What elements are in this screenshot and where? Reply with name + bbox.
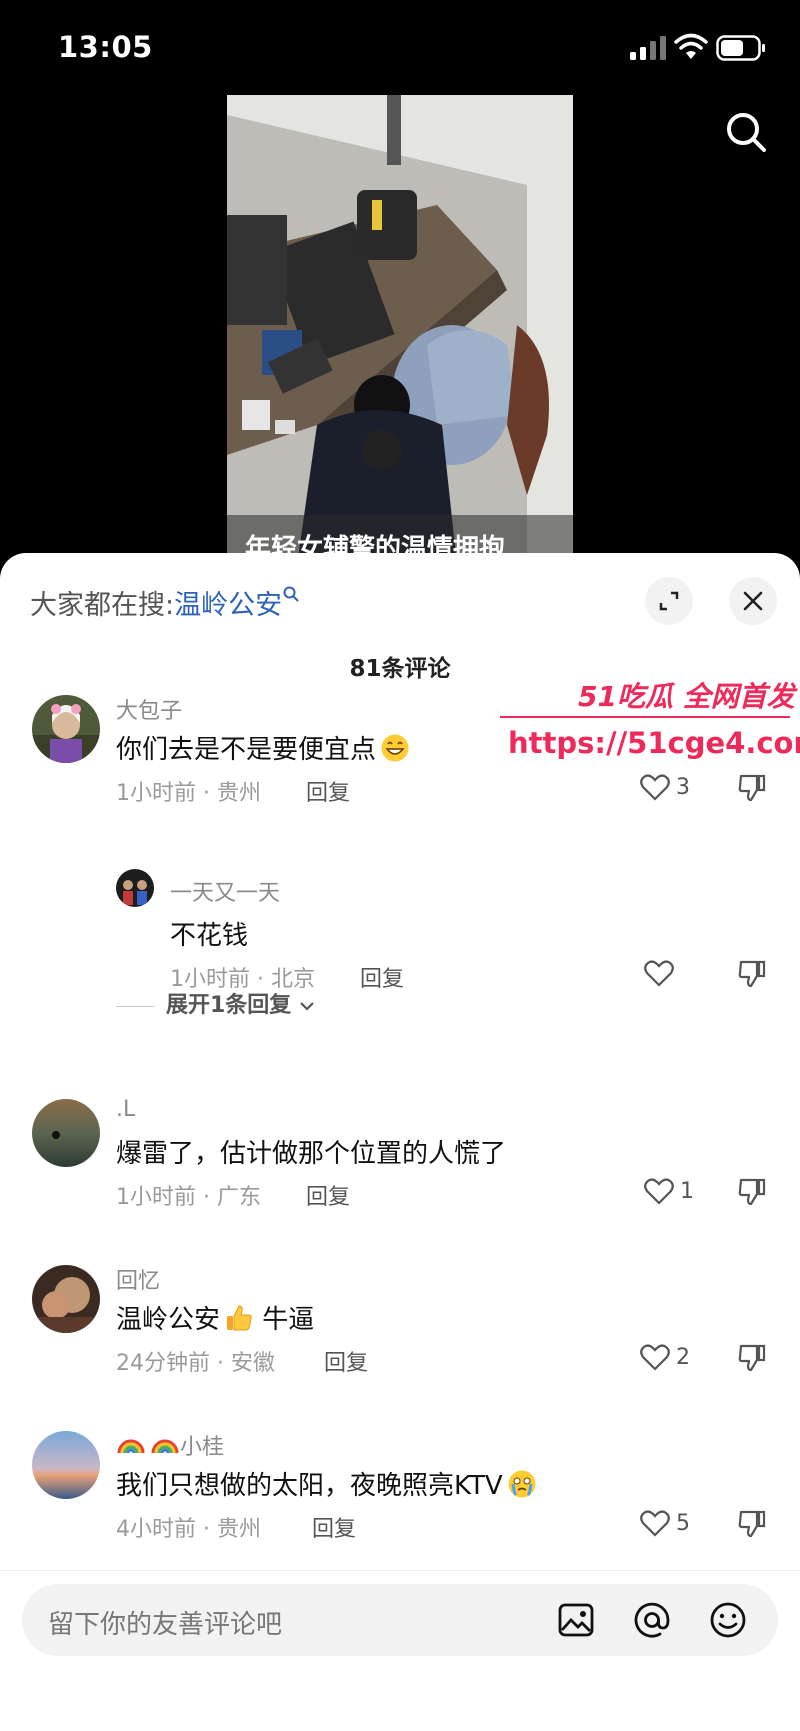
watermark-url: https://51cge4.com [508, 726, 800, 760]
reply-button[interactable]: 回复 [324, 1345, 368, 1377]
video-player[interactable]: 年轻女辅警的温情拥抱 [0, 95, 800, 565]
trending-search[interactable]: 大家都在搜:温岭公安 [30, 583, 300, 622]
heart-icon[interactable] [644, 1177, 674, 1205]
chevron-down-icon [300, 1002, 314, 1011]
status-time: 13:05 [58, 30, 153, 64]
signal-icon [630, 36, 666, 60]
expand-button[interactable] [645, 577, 693, 625]
heart-icon[interactable] [640, 1343, 670, 1371]
comment-meta: 24分钟前 · 安徽 [116, 1351, 275, 1376]
battery-icon [716, 35, 765, 61]
comment-text: 爆雷了，估计做那个位置的人慌了 [116, 1139, 507, 1169]
thumbs-down-icon[interactable] [737, 1176, 767, 1206]
reply-text: 不花钱 [170, 921, 249, 951]
comment-input-placeholder: 留下你的友善评论吧 [48, 1610, 283, 1640]
close-icon [743, 591, 763, 611]
search-icon[interactable] [722, 108, 770, 156]
rainbow-emoji [151, 1439, 179, 1454]
video-scene-image: 年轻女辅警的温情拥抱 [227, 95, 573, 565]
status-bar: 13:05 [0, 0, 800, 95]
avatar[interactable] [32, 1431, 100, 1499]
crying-emoji [508, 1470, 536, 1498]
comment-username[interactable]: 小桂 [116, 1429, 224, 1461]
watermark-title: 51吃瓜 全网首发 [578, 680, 795, 713]
watermark-divider [500, 716, 790, 718]
comment-text: 温岭公安 牛逼 [116, 1305, 315, 1335]
thumbs-down-icon[interactable] [737, 772, 767, 802]
trending-label: 大家都在搜: [30, 590, 175, 621]
comment-input[interactable]: 留下你的友善评论吧 [22, 1584, 778, 1656]
comment-meta: 1小时前 · 广东 [116, 1185, 261, 1210]
video-frame[interactable]: 年轻女辅警的温情拥抱 [227, 95, 573, 565]
reply-button[interactable]: 回复 [306, 1179, 350, 1211]
trending-term-link[interactable]: 温岭公安 [174, 590, 282, 621]
comment-username[interactable]: 回忆 [116, 1263, 160, 1295]
search-icon [283, 586, 299, 602]
expand-replies-button[interactable]: 展开1条回复 [116, 987, 315, 1019]
expand-icon [659, 591, 679, 611]
grin-emoji [381, 734, 409, 762]
wifi-icon [674, 33, 708, 59]
reply-button[interactable]: 回复 [360, 961, 404, 993]
comment-meta: 1小时前 · 贵州 [116, 781, 261, 806]
thumbs-down-icon[interactable] [737, 958, 767, 988]
avatar[interactable] [116, 869, 154, 907]
thumbs-down-icon[interactable] [737, 1342, 767, 1372]
divider [0, 1570, 800, 1571]
emoji-icon[interactable] [708, 1600, 748, 1640]
reply-button[interactable]: 回复 [312, 1511, 356, 1543]
thumbs-up-emoji [227, 1305, 252, 1331]
home-indicator-area [0, 1671, 800, 1731]
comment-username[interactable]: 大包子 [116, 693, 182, 725]
avatar[interactable] [32, 1265, 100, 1333]
comment-username[interactable]: .L [116, 1097, 135, 1122]
mention-icon[interactable] [632, 1600, 672, 1640]
comment-meta: 4小时前 · 贵州 [116, 1517, 261, 1542]
like-count: 3 [676, 775, 690, 800]
comment-sheet: 大家都在搜:温岭公安 81条评论 51吃瓜 全网首发 https://51cge… [0, 553, 800, 1731]
avatar[interactable] [32, 1099, 100, 1167]
comment-text: 你们去是不是要便宜点 [116, 729, 410, 766]
heart-icon[interactable] [640, 1509, 670, 1537]
heart-icon[interactable] [640, 773, 670, 801]
avatar[interactable] [32, 695, 100, 763]
like-count: 5 [676, 1511, 690, 1536]
reply-username[interactable]: 一天又一天 [170, 875, 280, 907]
rainbow-emoji [117, 1439, 145, 1454]
like-count: 2 [676, 1345, 690, 1370]
heart-icon[interactable] [644, 959, 674, 987]
reply-button[interactable]: 回复 [306, 775, 350, 807]
like-count: 1 [680, 1179, 694, 1204]
thumbs-down-icon[interactable] [737, 1508, 767, 1538]
comment-text: 我们只想做的太阳，夜晚照亮KTV [116, 1465, 537, 1502]
close-button[interactable] [729, 577, 777, 625]
image-icon[interactable] [556, 1600, 596, 1640]
